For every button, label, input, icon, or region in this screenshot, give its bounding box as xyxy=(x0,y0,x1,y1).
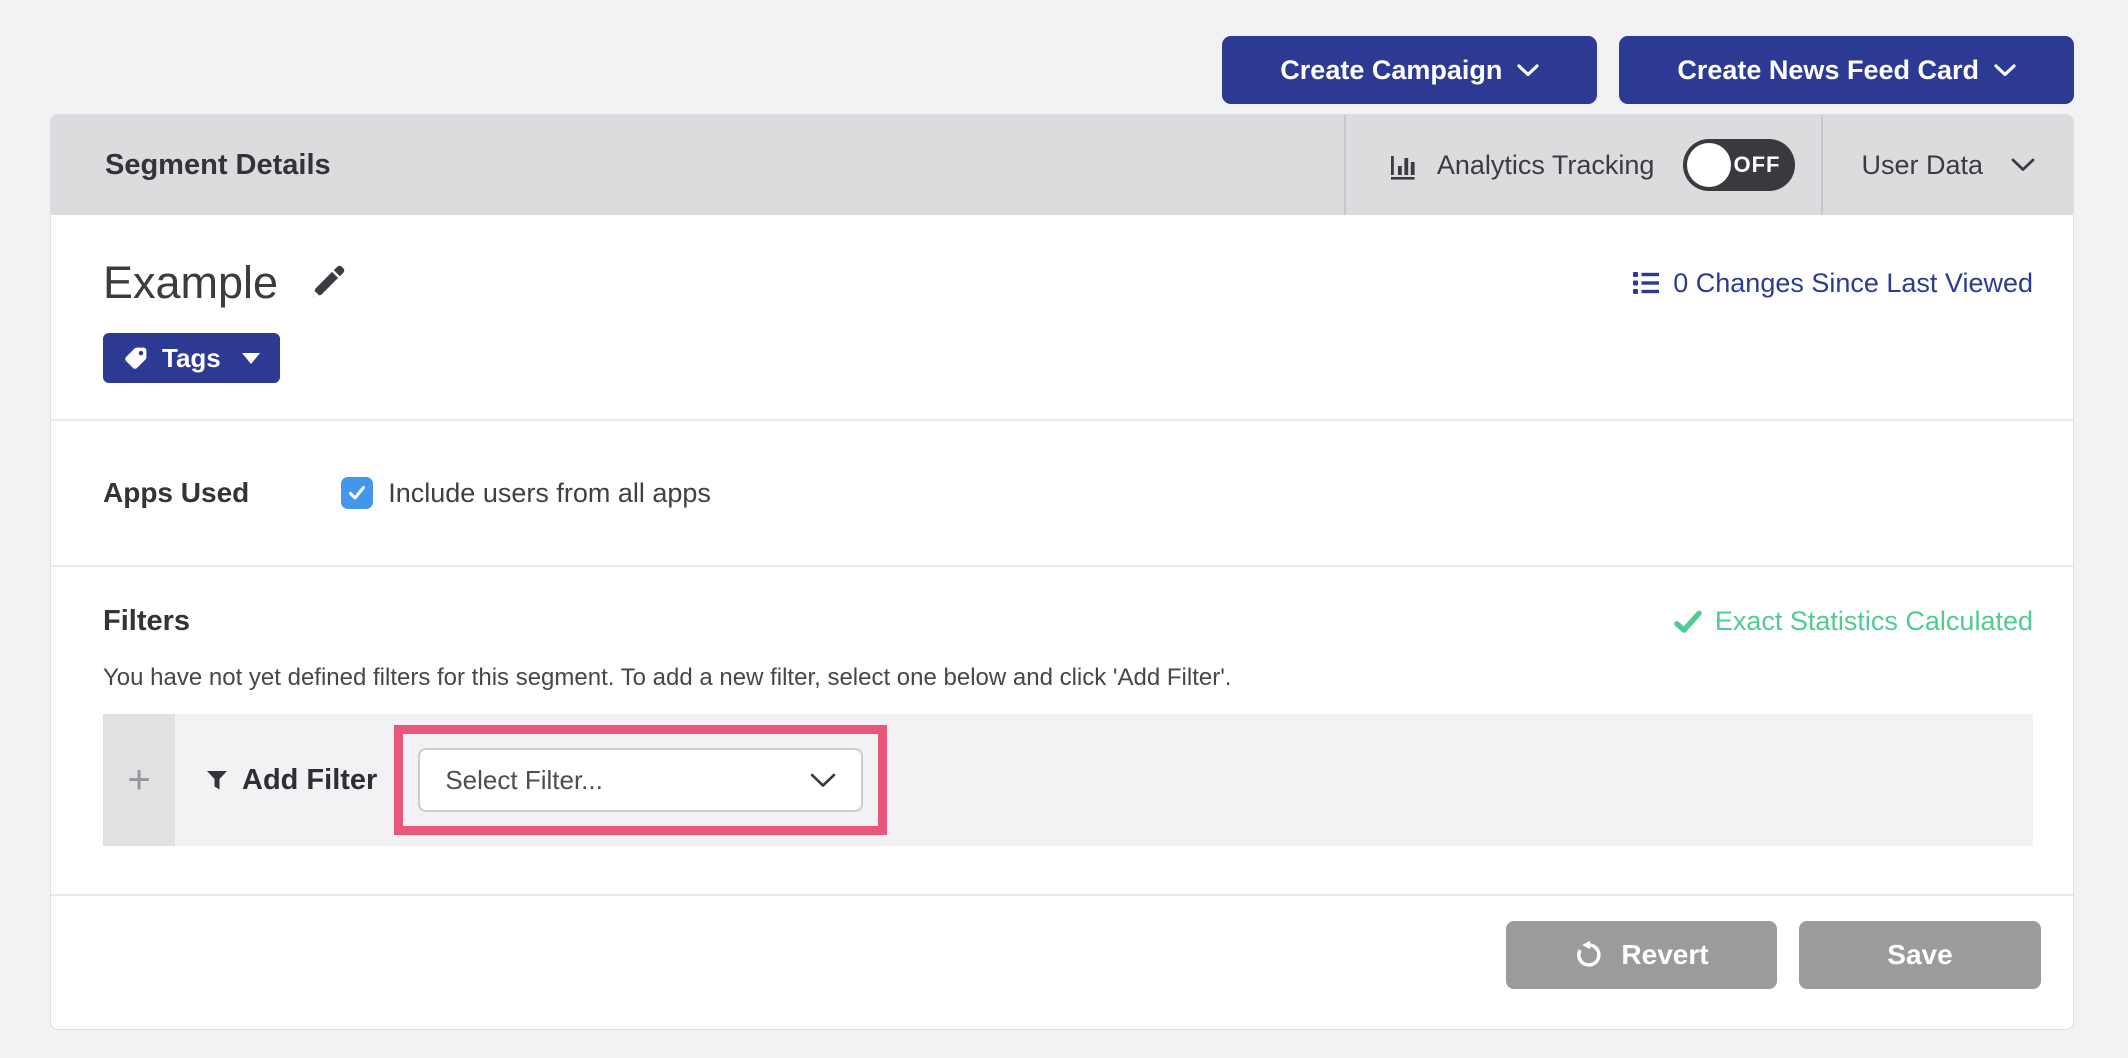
changes-link-label: 0 Changes Since Last Viewed xyxy=(1673,268,2033,299)
tags-row: Tags xyxy=(51,309,2073,421)
chevron-down-icon xyxy=(1994,64,2016,77)
exact-statistics-label: Exact Statistics Calculated xyxy=(1715,606,2033,637)
plus-icon: + xyxy=(127,760,150,800)
add-filter-text: Add Filter xyxy=(242,764,377,797)
apps-used-row: Apps Used Include users from all apps xyxy=(51,421,2073,567)
card-header: Segment Details Analytics Tracking OFF xyxy=(51,115,2073,215)
create-campaign-label: Create Campaign xyxy=(1280,55,1502,86)
filters-heading: Filters xyxy=(103,605,190,638)
segment-title-row: Example 0 Cha xyxy=(51,215,2073,309)
create-campaign-button[interactable]: Create Campaign xyxy=(1222,36,1597,104)
edit-name-button[interactable] xyxy=(308,264,346,302)
save-label: Save xyxy=(1887,939,1952,971)
analytics-tracking-section: Analytics Tracking OFF xyxy=(1344,115,1822,215)
analytics-tracking-label: Analytics Tracking xyxy=(1437,150,1655,181)
revert-label: Revert xyxy=(1621,939,1708,971)
bar-chart-icon xyxy=(1388,149,1420,181)
highlight-annotation-box: Select Filter... xyxy=(394,725,887,835)
exact-statistics-status: Exact Statistics Calculated xyxy=(1674,606,2033,637)
create-news-feed-card-button[interactable]: Create News Feed Card xyxy=(1619,36,2074,104)
revert-icon xyxy=(1574,940,1604,970)
toggle-knob xyxy=(1687,143,1731,187)
filters-header: Filters Exact Statistics Calculated xyxy=(103,605,2033,638)
segment-name: Example xyxy=(103,257,278,309)
card-footer: Revert Save xyxy=(51,894,2073,1029)
check-icon xyxy=(1674,608,1702,636)
pencil-icon xyxy=(308,264,346,302)
list-icon xyxy=(1631,268,1661,298)
page: Create Campaign Create News Feed Card Se… xyxy=(0,0,2128,1058)
include-all-apps-checkbox[interactable] xyxy=(341,477,373,509)
save-button[interactable]: Save xyxy=(1799,921,2041,989)
add-filter-plus-button[interactable]: + xyxy=(103,714,175,846)
analytics-tracking-toggle[interactable]: OFF xyxy=(1683,139,1795,191)
create-news-feed-card-label: Create News Feed Card xyxy=(1677,55,1979,86)
include-all-apps-label: Include users from all apps xyxy=(388,478,711,509)
add-filter-row: + Add Filter Select Filter... xyxy=(103,714,2033,846)
changes-since-last-viewed-link[interactable]: 0 Changes Since Last Viewed xyxy=(1631,268,2033,299)
filters-section: Filters Exact Statistics Calculated You … xyxy=(51,567,2073,894)
chevron-down-icon xyxy=(810,773,836,788)
segment-details-card: Segment Details Analytics Tracking OFF xyxy=(50,114,2074,1030)
funnel-icon xyxy=(205,768,229,792)
revert-button[interactable]: Revert xyxy=(1506,921,1777,989)
chevron-down-icon xyxy=(1517,64,1539,77)
user-data-label: User Data xyxy=(1861,150,1983,181)
top-action-bar: Create Campaign Create News Feed Card xyxy=(1222,36,2074,104)
caret-down-icon xyxy=(242,353,260,364)
apps-used-label: Apps Used xyxy=(103,477,249,509)
select-filter-placeholder: Select Filter... xyxy=(445,765,603,796)
filters-description: You have not yet defined filters for thi… xyxy=(103,664,2033,692)
toggle-state-label: OFF xyxy=(1733,152,1780,178)
user-data-dropdown[interactable]: User Data xyxy=(1821,115,2073,215)
page-title: Segment Details xyxy=(51,115,1344,215)
tags-button[interactable]: Tags xyxy=(103,333,280,383)
add-filter-label: Add Filter xyxy=(205,714,377,846)
select-filter-dropdown[interactable]: Select Filter... xyxy=(418,748,863,812)
tag-icon xyxy=(123,345,149,371)
tags-button-label: Tags xyxy=(162,343,221,374)
chevron-down-icon xyxy=(2011,158,2035,172)
